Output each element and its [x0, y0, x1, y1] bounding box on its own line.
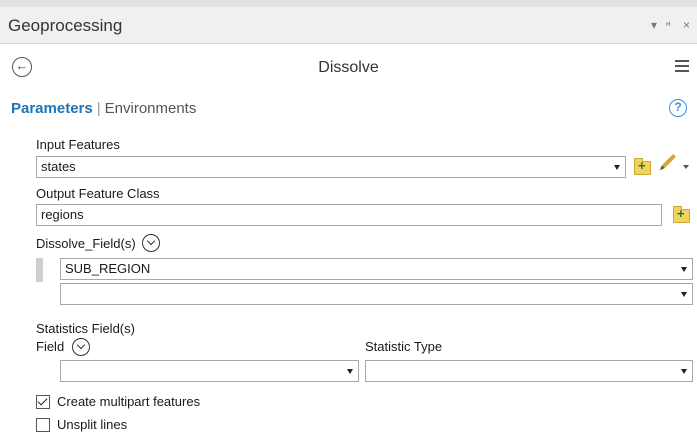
- chevron-down-icon[interactable]: [614, 165, 620, 170]
- tab-separator: |: [96, 100, 101, 117]
- unsplit-lines-checkbox[interactable]: [36, 418, 50, 432]
- statistics-field-dropdown[interactable]: [60, 360, 359, 382]
- parameter-tabs: Parameters | Environments: [11, 100, 196, 117]
- input-features-field[interactable]: states: [36, 156, 626, 178]
- statistics-field-label: Field: [36, 339, 65, 354]
- pane-titlebar: Geoprocessing ▾ ᵸ ×: [0, 7, 697, 44]
- tool-header: ← Dissolve: [0, 45, 697, 93]
- pin-icon[interactable]: ᵸ: [666, 18, 671, 32]
- expand-chevron-icon[interactable]: [72, 338, 90, 356]
- tab-environments[interactable]: Environments: [105, 100, 197, 117]
- tab-parameters[interactable]: Parameters: [11, 100, 93, 117]
- hamburger-menu-icon[interactable]: [675, 60, 689, 72]
- unsplit-lines-label: Unsplit lines: [57, 417, 128, 432]
- tool-title: Dissolve: [318, 59, 379, 76]
- chevron-down-icon[interactable]: [681, 369, 687, 374]
- input-features-value: states: [41, 159, 76, 174]
- top-band: [0, 0, 697, 7]
- drag-handle[interactable]: [36, 258, 43, 282]
- help-icon[interactable]: ?: [669, 99, 687, 117]
- input-features-label: Input Features: [36, 137, 120, 152]
- create-multipart-checkbox[interactable]: [36, 395, 50, 409]
- expand-chevron-icon[interactable]: [142, 234, 160, 252]
- checkmark-icon: [37, 395, 48, 406]
- pane-title: Geoprocessing: [8, 16, 123, 35]
- dissolve-field-row-2[interactable]: [60, 283, 693, 305]
- create-multipart-label: Create multipart features: [57, 394, 201, 409]
- close-icon[interactable]: ×: [683, 18, 690, 32]
- output-feature-class-label: Output Feature Class: [36, 186, 160, 201]
- statistic-type-label: Statistic Type: [365, 339, 443, 354]
- dissolve-field-row-1-value: SUB_REGION: [65, 261, 151, 276]
- add-folder-icon[interactable]: [634, 158, 651, 175]
- output-feature-class-value: regions: [41, 207, 84, 222]
- chevron-down-icon[interactable]: [347, 369, 353, 374]
- pane-options-dropdown-icon[interactable]: ▾: [651, 18, 657, 32]
- chevron-down-icon[interactable]: [681, 267, 687, 272]
- pencil-dropdown-icon[interactable]: [683, 165, 689, 169]
- dissolve-field-row-1[interactable]: SUB_REGION: [60, 258, 693, 280]
- statistic-type-dropdown[interactable]: [365, 360, 693, 382]
- dissolve-fields-label: Dissolve_Field(s): [36, 236, 136, 251]
- chevron-down-icon[interactable]: [681, 292, 687, 297]
- output-feature-class-field[interactable]: regions: [36, 204, 662, 226]
- browse-folder-icon[interactable]: [673, 206, 690, 223]
- pencil-icon[interactable]: [661, 153, 677, 169]
- statistics-fields-label: Statistics Field(s): [36, 321, 135, 336]
